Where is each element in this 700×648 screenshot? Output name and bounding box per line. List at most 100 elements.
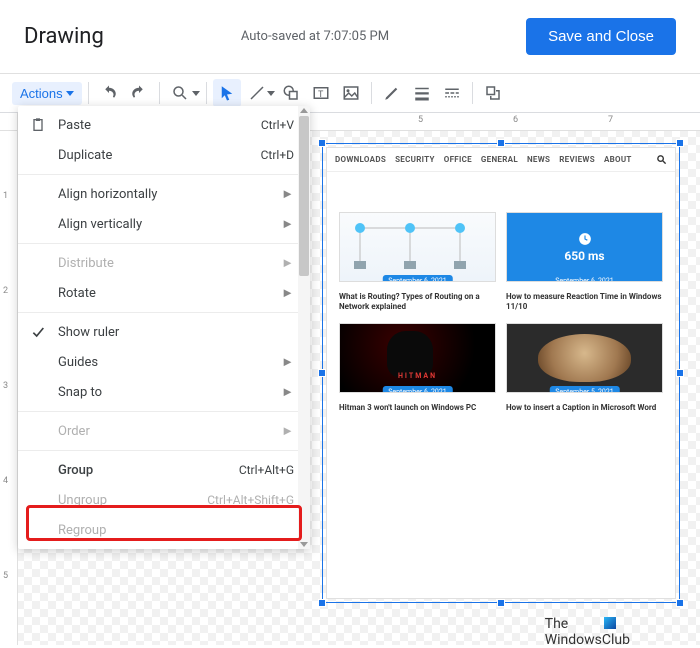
- shape-tool[interactable]: [277, 79, 305, 107]
- article-title: How to insert a Caption in Microsoft Wor…: [506, 403, 663, 413]
- resize-handle[interactable]: [497, 139, 505, 147]
- menu-label: Paste: [58, 118, 261, 133]
- menu-divider: [18, 243, 310, 244]
- separator: [159, 82, 160, 104]
- selected-object[interactable]: DOWNLOADS SECURITY OFFICE GENERAL NEWS R…: [322, 143, 680, 603]
- submenu-arrow-icon: ►: [281, 423, 294, 439]
- resize-handle[interactable]: [497, 599, 505, 607]
- save-and-close-button[interactable]: Save and Close: [526, 18, 676, 55]
- menu-label: Order: [58, 424, 281, 439]
- article-card: HITMAN September 6, 2021 Hitman 3 won't …: [339, 323, 496, 413]
- menu-divider: [18, 312, 310, 313]
- nav-item: ABOUT: [604, 155, 632, 164]
- menu-label: Distribute: [58, 256, 281, 271]
- resize-handle[interactable]: [318, 599, 326, 607]
- menu-label: Duplicate: [58, 148, 261, 163]
- menu-label: Ungroup: [58, 493, 207, 508]
- ruler-corner: [0, 113, 18, 131]
- resize-handle[interactable]: [676, 599, 684, 607]
- checkmark-icon: [30, 324, 46, 340]
- menu-shortcut: Ctrl+Alt+Shift+G: [207, 493, 294, 507]
- submenu-arrow-icon: ►: [281, 186, 294, 202]
- ruler-tick: 5: [3, 571, 8, 581]
- watermark: The WindowsClub: [545, 617, 630, 648]
- menu-divider: [18, 450, 310, 451]
- date-badge: September 6, 2021: [549, 275, 619, 282]
- zoom-button[interactable]: [166, 79, 194, 107]
- nav-item: GENERAL: [481, 155, 518, 164]
- submenu-arrow-icon: ►: [281, 384, 294, 400]
- menu-label: Group: [58, 463, 239, 478]
- article-title: Hitman 3 won't launch on Windows PC: [339, 403, 496, 413]
- date-badge: September 5, 2021: [549, 386, 619, 393]
- separator: [472, 82, 473, 104]
- menu-guides[interactable]: Guides ►: [18, 347, 310, 377]
- undo-button[interactable]: [95, 79, 123, 107]
- menu-ungroup: Ungroup Ctrl+Alt+Shift+G: [18, 485, 310, 515]
- ruler-tick: 6: [513, 115, 518, 125]
- menu-divider: [18, 174, 310, 175]
- caret-down-icon: [192, 89, 200, 97]
- date-badge: September 6, 2021: [382, 275, 452, 282]
- watermark-line: WindowsClub: [545, 632, 630, 648]
- menu-shortcut: Ctrl+D: [261, 148, 294, 162]
- menu-paste[interactable]: Paste Ctrl+V: [18, 110, 310, 140]
- menu-regroup: Regroup: [18, 515, 310, 545]
- menu-snap-to[interactable]: Snap to ►: [18, 377, 310, 407]
- menu-duplicate[interactable]: Duplicate Ctrl+D: [18, 140, 310, 170]
- watermark-line: The: [545, 616, 569, 632]
- actions-menu: Paste Ctrl+V Duplicate Ctrl+D Align hori…: [18, 106, 310, 549]
- caret-down-icon: [66, 89, 74, 97]
- line-dash-tool[interactable]: [438, 79, 466, 107]
- autosave-status: Auto-saved at 7:07:05 PM: [241, 29, 389, 44]
- menu-shortcut: Ctrl+V: [261, 118, 294, 132]
- submenu-arrow-icon: ►: [281, 285, 294, 301]
- line-weight-tool[interactable]: [408, 79, 436, 107]
- actions-menu-button[interactable]: Actions: [12, 82, 82, 105]
- menu-align-vertical[interactable]: Align vertically ►: [18, 209, 310, 239]
- resize-handle[interactable]: [676, 139, 684, 147]
- pen-tool[interactable]: [378, 79, 406, 107]
- redo-button[interactable]: [125, 79, 153, 107]
- menu-distribute: Distribute ►: [18, 248, 310, 278]
- menu-label: Align horizontally: [58, 187, 281, 202]
- svg-text:T: T: [318, 90, 324, 100]
- menu-label: Snap to: [58, 385, 281, 400]
- submenu-arrow-icon: ►: [281, 216, 294, 232]
- textbox-tool[interactable]: T: [307, 79, 335, 107]
- select-tool[interactable]: [213, 79, 241, 107]
- ruler-tick: 2: [3, 286, 8, 296]
- search-icon: [656, 154, 667, 165]
- menu-show-ruler[interactable]: Show ruler: [18, 317, 310, 347]
- article-card: 650 ms September 6, 2021 How to measure …: [506, 212, 663, 313]
- submenu-arrow-icon: ►: [281, 354, 294, 370]
- nav-item: DOWNLOADS: [335, 155, 386, 164]
- article-title: How to measure Reaction Time in Windows …: [506, 292, 663, 313]
- ruler-tick: 3: [3, 381, 8, 391]
- header: Drawing Auto-saved at 7:07:05 PM Save an…: [0, 0, 700, 73]
- menu-rotate[interactable]: Rotate ►: [18, 278, 310, 308]
- ruler-tick: 1: [3, 191, 8, 201]
- actions-label: Actions: [20, 86, 63, 101]
- article-card: September 6, 2021 What is Routing? Types…: [339, 212, 496, 313]
- vertical-ruler: 1 2 3 4 5: [0, 131, 18, 645]
- resize-handle[interactable]: [318, 139, 326, 147]
- menu-align-horizontal[interactable]: Align horizontally ►: [18, 179, 310, 209]
- submenu-arrow-icon: ►: [281, 255, 294, 271]
- resize-handle[interactable]: [318, 369, 326, 377]
- nav-item: REVIEWS: [559, 155, 595, 164]
- menu-divider: [18, 411, 310, 412]
- menu-label: Show ruler: [58, 325, 294, 340]
- menu-label: Guides: [58, 355, 281, 370]
- resize-handle[interactable]: [676, 369, 684, 377]
- article-card: September 5, 2021 How to insert a Captio…: [506, 323, 663, 413]
- image-tool[interactable]: [337, 79, 365, 107]
- format-options-tool[interactable]: [479, 79, 507, 107]
- separator: [371, 82, 372, 104]
- separator: [206, 82, 207, 104]
- clock-icon: [578, 232, 592, 246]
- menu-order: Order ►: [18, 416, 310, 446]
- menu-label: Rotate: [58, 286, 281, 301]
- overlay-text: 650 ms: [564, 249, 604, 263]
- menu-group[interactable]: Group Ctrl+Alt+G: [18, 455, 310, 485]
